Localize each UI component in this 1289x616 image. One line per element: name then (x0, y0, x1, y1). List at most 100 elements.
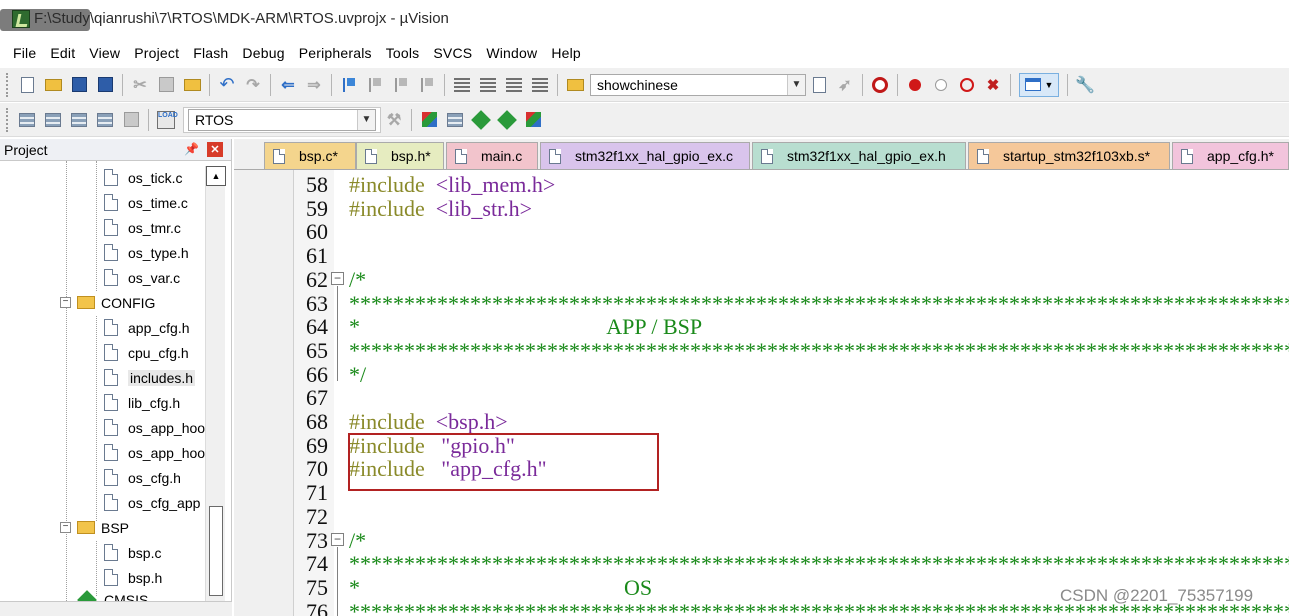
navigate-forward-button[interactable]: ⇒ (303, 74, 325, 96)
toolbar-grip[interactable] (6, 107, 10, 132)
pack-installer-button[interactable] (496, 109, 518, 131)
batch-build-button[interactable] (94, 109, 116, 131)
tree-item-os-tmr-c[interactable]: os_tmr.c (104, 215, 181, 240)
select-software-packs-button[interactable] (444, 109, 466, 131)
save-all-button[interactable] (94, 74, 116, 96)
tree-item-bsp-c[interactable]: bsp.c (104, 540, 161, 565)
fold-toggle-icon[interactable]: − (331, 271, 344, 285)
window-layout-dropdown[interactable]: ▼ (1019, 72, 1059, 97)
code-line[interactable]: 60 (234, 220, 1289, 244)
undo-button[interactable]: ↶ (216, 74, 238, 96)
tree-item-os-var-c[interactable]: os_var.c (104, 265, 180, 290)
tree-item-os-tick-c[interactable]: os_tick.c (104, 165, 182, 190)
manage-rte-button[interactable] (470, 109, 492, 131)
translate-button[interactable] (16, 109, 38, 131)
tab-gpio-ex-h[interactable]: stm32f1xx_hal_gpio_ex.h (752, 142, 966, 169)
tree-item-lib-cfg-h[interactable]: lib_cfg.h (104, 390, 180, 415)
incremental-find-button[interactable]: ➶ (834, 74, 856, 96)
save-button[interactable] (68, 74, 90, 96)
fold-toggle-icon[interactable]: − (331, 532, 344, 546)
previous-bookmark-button[interactable] (364, 74, 386, 96)
tree-item-os-type-h[interactable]: os_type.h (104, 240, 189, 265)
cut-button[interactable]: ✂ (129, 74, 151, 96)
menu-help[interactable]: Help (544, 45, 588, 61)
disable-all-breakpoints-button[interactable] (956, 74, 978, 96)
menu-project[interactable]: Project (127, 45, 186, 61)
menu-debug[interactable]: Debug (235, 45, 291, 61)
collapse-icon[interactable]: − (60, 522, 71, 533)
find-in-files-button[interactable] (564, 74, 586, 96)
copy-button[interactable] (155, 74, 177, 96)
insert-bookmark-button[interactable] (338, 74, 360, 96)
tab-main-c[interactable]: main.c (446, 142, 538, 169)
download-button[interactable]: LOAD (155, 109, 178, 131)
unindent-button[interactable] (477, 74, 499, 96)
chevron-down-icon[interactable]: ▼ (787, 74, 805, 95)
find-button[interactable] (808, 74, 830, 96)
tree-item-os-time-c[interactable]: os_time.c (104, 190, 188, 215)
tree-item-includes-h[interactable]: includes.h (104, 365, 196, 390)
enable-breakpoint-button[interactable] (930, 74, 952, 96)
debug-session-button[interactable] (869, 74, 891, 96)
code-line[interactable]: 74 **************************************… (234, 552, 1289, 576)
manage-project-items-button[interactable] (418, 109, 440, 131)
code-line[interactable]: 62−/* (234, 267, 1289, 292)
menu-edit[interactable]: Edit (43, 45, 82, 61)
configure-button[interactable]: 🔧 (1074, 74, 1096, 96)
scrollbar-thumb[interactable] (209, 506, 223, 596)
code-line[interactable]: 59 #include <lib_str.h> (234, 196, 1289, 221)
build-button[interactable] (42, 109, 64, 131)
pin-icon[interactable]: 📌 (184, 142, 199, 156)
code-editor[interactable]: 58 #include <lib_mem.h> 59 #include <lib_st… (234, 169, 1289, 616)
code-line[interactable]: 58 #include <lib_mem.h> (234, 173, 1289, 197)
target-select[interactable]: RTOS ▼ (188, 108, 376, 131)
project-tree-hscrollbar[interactable] (0, 601, 232, 616)
find-combobox[interactable]: showchinese ▼ (590, 73, 806, 96)
tree-folder-bsp[interactable]: − BSP (60, 515, 129, 540)
uncomment-button[interactable] (529, 74, 551, 96)
tree-item-os-cfg-app-h[interactable]: os_cfg_app (104, 490, 200, 515)
chevron-down-icon[interactable]: ▼ (357, 109, 375, 130)
menu-peripherals[interactable]: Peripherals (292, 45, 379, 61)
options-for-target-button[interactable]: ⚒ (383, 109, 405, 131)
tree-item-app-cfg-h[interactable]: app_cfg.h (104, 315, 190, 340)
tab-startup-s[interactable]: startup_stm32f103xb.s* (968, 142, 1170, 169)
tree-folder-config[interactable]: − CONFIG (60, 290, 155, 315)
next-bookmark-button[interactable] (390, 74, 412, 96)
tree-folder-cmsis[interactable]: CMSIS (77, 587, 148, 601)
menu-file[interactable]: File (6, 45, 43, 61)
stop-build-button[interactable] (120, 109, 142, 131)
code-line[interactable]: 67 (234, 386, 1289, 410)
tab-gpio-ex-c[interactable]: stm32f1xx_hal_gpio_ex.c (540, 142, 750, 169)
kill-all-breakpoints-button[interactable]: ✖ (982, 74, 1004, 96)
tab-bsp-c[interactable]: bsp.c* (264, 142, 356, 169)
redo-button[interactable]: ↷ (242, 74, 264, 96)
tree-item-os-app-hooks-c[interactable]: os_app_hoo (104, 415, 205, 440)
tree-item-cpu-cfg-h[interactable]: cpu_cfg.h (104, 340, 189, 365)
menu-window[interactable]: Window (479, 45, 544, 61)
code-line[interactable]: 73−/* (234, 528, 1289, 553)
scroll-up-icon[interactable]: ▲ (206, 166, 226, 186)
tree-item-os-cfg-h[interactable]: os_cfg.h (104, 465, 181, 490)
code-line[interactable]: 65 **************************************… (234, 338, 1289, 363)
new-file-button[interactable] (16, 74, 38, 96)
indent-button[interactable] (451, 74, 473, 96)
code-line[interactable]: 68 #include <bsp.h> (234, 410, 1289, 434)
code-line[interactable]: 61 (234, 244, 1289, 268)
menu-view[interactable]: View (82, 45, 127, 61)
navigate-back-button[interactable]: ⇐ (277, 74, 299, 96)
menu-tools[interactable]: Tools (379, 45, 427, 61)
collapse-icon[interactable]: − (60, 297, 71, 308)
code-line[interactable]: 66 */ (234, 362, 1289, 387)
menu-flash[interactable]: Flash (186, 45, 235, 61)
paste-button[interactable] (181, 74, 203, 96)
menu-svcs[interactable]: SVCS (426, 45, 479, 61)
close-icon[interactable]: ✕ (207, 142, 223, 157)
code-line[interactable]: 64 * APP / BSP (234, 315, 1289, 339)
code-line[interactable]: 72 (234, 504, 1289, 529)
tree-item-os-app-hooks-h[interactable]: os_app_hoo (104, 440, 205, 465)
tab-bsp-h[interactable]: bsp.h* (356, 142, 444, 169)
rebuild-button[interactable] (68, 109, 90, 131)
comment-button[interactable] (503, 74, 525, 96)
toolbar-grip[interactable] (6, 72, 10, 97)
